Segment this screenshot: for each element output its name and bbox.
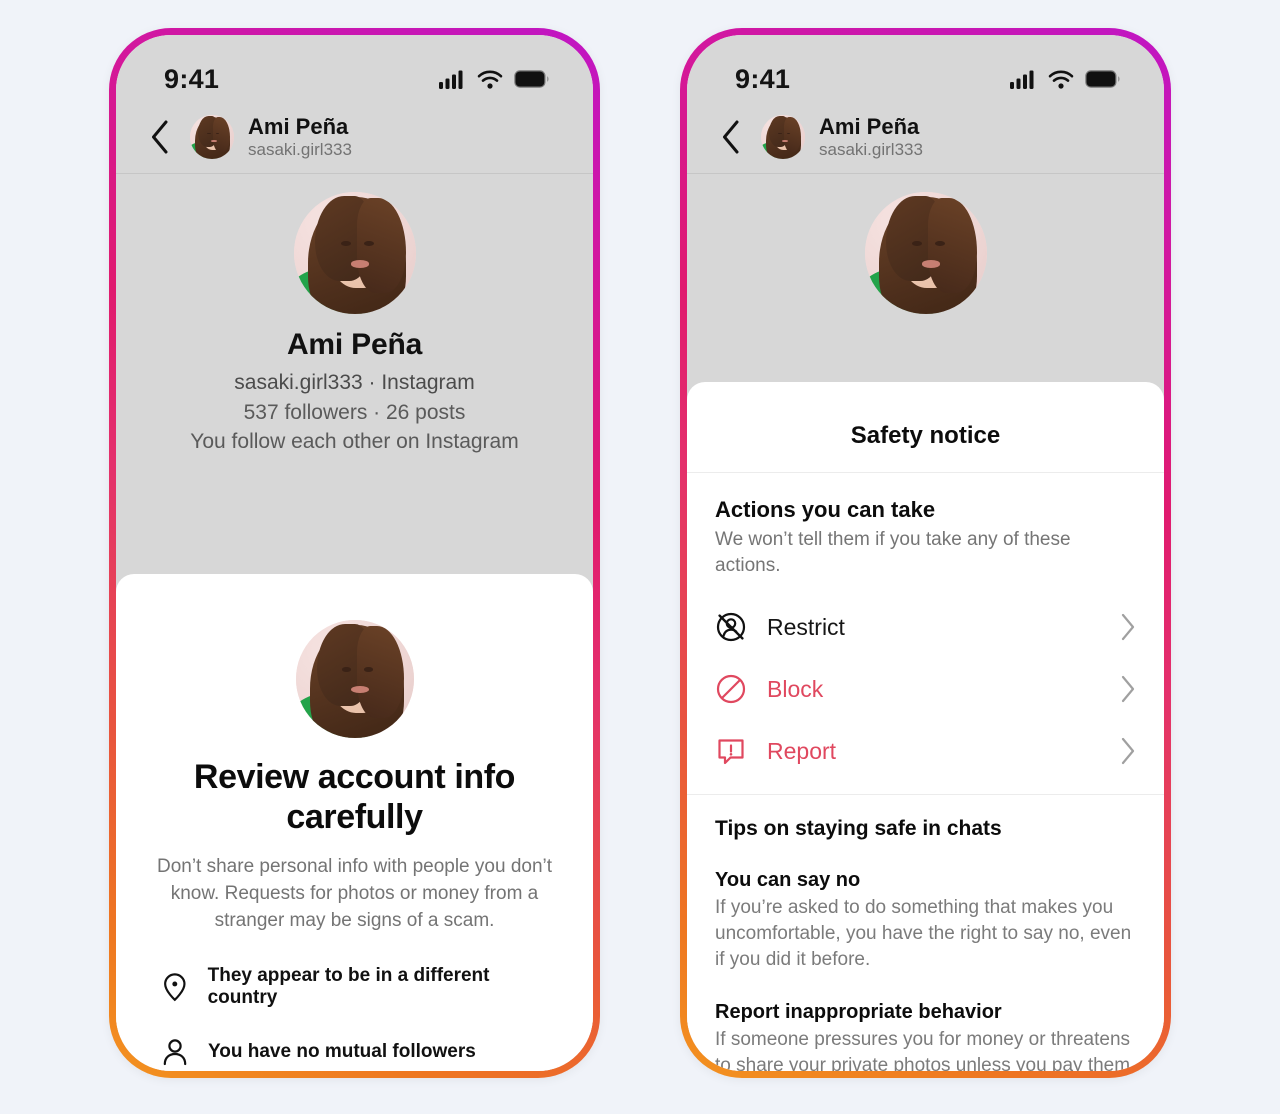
nav-username: sasaki.girl333: [248, 139, 352, 159]
profile-subtitle: sasaki.girl333 · Instagram: [234, 371, 475, 395]
status-bar: 9:41: [687, 35, 1164, 109]
chevron-left-icon: [722, 120, 738, 154]
tip-body: If someone pressures you for money or th…: [715, 1027, 1136, 1071]
chevron-right-icon: [1121, 676, 1135, 703]
person-icon: [163, 1038, 187, 1065]
profile-avatar[interactable]: [293, 192, 416, 315]
status-bar-clock: 9:41: [735, 63, 791, 94]
sheet-title: Review account info carefully: [193, 758, 516, 836]
profile-backdrop: Safety notice Actions you can take We wo…: [687, 174, 1164, 1071]
profile-stats: 537 followers · 26 posts: [243, 401, 466, 425]
nav-bar: Ami Peña sasaki.girl333: [116, 109, 593, 175]
phone-screen: 9:41: [687, 35, 1164, 1071]
tip-report-behavior: Report inappropriate behavior If someone…: [715, 1001, 1136, 1071]
tip-body: If you’re asked to do something that mak…: [715, 895, 1136, 973]
tip-title: You can say no: [715, 869, 861, 892]
action-row-block[interactable]: Block: [715, 658, 1136, 720]
list-item: They appear to be in a different country: [162, 965, 559, 1009]
actions-list: Restrict Block Report: [687, 582, 1164, 796]
tip-body-text: If someone pressures you for money or th…: [715, 1029, 1136, 1071]
nav-identity[interactable]: Ami Peña sasaki.girl333: [819, 115, 923, 159]
status-bar-clock: 9:41: [164, 63, 220, 94]
status-bar-icons: [439, 70, 549, 89]
action-label: Restrict: [767, 613, 845, 640]
chevron-right-icon: [1121, 738, 1135, 765]
battery-icon: [1085, 70, 1120, 88]
status-bar: 9:41: [116, 35, 593, 109]
wifi-icon: [477, 70, 503, 89]
nav-bar: Ami Peña sasaki.girl333: [687, 109, 1164, 175]
cellular-signal-icon: [439, 70, 463, 89]
profile-mutual-status: You follow each other on Instagram: [190, 430, 519, 454]
nav-display-name: Ami Peña: [248, 114, 349, 139]
nav-avatar[interactable]: [190, 115, 234, 160]
phone-safety-notice: 9:41 Ami Peña sasaki.girl333 Safety noti…: [680, 28, 1171, 1078]
profile-backdrop: Ami Peña sasaki.girl333 · Instagram 537 …: [116, 174, 593, 1071]
battery-icon: [514, 70, 549, 88]
list-item-label: You have no mutual followers: [208, 1040, 476, 1062]
action-row-restrict[interactable]: Restrict: [715, 596, 1136, 658]
list-item: You have no mutual followers: [162, 1037, 559, 1067]
review-account-sheet: Review account info carefully Don’t shar…: [116, 574, 593, 1071]
signal-list: They appear to be in a different country…: [150, 965, 559, 1067]
back-button[interactable]: [142, 120, 176, 154]
tips-heading: Tips on staying safe in chats: [715, 817, 1002, 841]
screenshot-stage: 9:41 Ami Peña sasaki.girl333 Ami Peña sa…: [0, 0, 1280, 1114]
phone-review-account-info: 9:41 Ami Peña sasaki.girl333 Ami Peña sa…: [109, 28, 600, 1078]
actions-heading: Actions you can take: [715, 497, 936, 523]
actions-subtext: We won’t tell them if you take any of th…: [715, 529, 1071, 576]
chevron-left-icon: [151, 120, 167, 154]
tips-section: Tips on staying safe in chats You can sa…: [687, 795, 1164, 1071]
nav-display-name: Ami Peña: [819, 114, 920, 139]
profile-name: Ami Peña: [286, 328, 423, 362]
nav-avatar[interactable]: [761, 115, 805, 160]
sheet-body: Review account info carefully Don’t shar…: [116, 588, 593, 1071]
chevron-right-icon: [1121, 614, 1135, 641]
action-label: Report: [767, 737, 837, 764]
sheet-avatar: [295, 620, 414, 739]
action-label: Block: [767, 675, 824, 702]
block-icon: [716, 675, 746, 704]
report-icon: [718, 739, 744, 765]
nav-username: sasaki.girl333: [819, 139, 923, 159]
back-button[interactable]: [713, 120, 747, 154]
wifi-icon: [1048, 70, 1074, 89]
profile-avatar: [864, 192, 987, 315]
safety-notice-sheet: Safety notice Actions you can take We wo…: [687, 382, 1164, 1071]
cellular-signal-icon: [1010, 70, 1034, 89]
phone-screen: 9:41: [116, 35, 593, 1071]
sheet-title: Safety notice: [687, 396, 1164, 474]
sheet-description: Don’t share personal info with people yo…: [156, 855, 553, 931]
action-row-report[interactable]: Report: [715, 720, 1136, 782]
tip-body-text: If you’re asked to do something that mak…: [715, 897, 1132, 971]
tip-say-no: You can say no If you’re asked to do som…: [715, 869, 1136, 973]
restrict-icon: [716, 613, 746, 642]
tip-title: Report inappropriate behavior: [715, 1001, 1002, 1024]
location-pin-icon: [164, 972, 186, 1001]
actions-section-header: Actions you can take We won’t tell them …: [687, 473, 1164, 582]
nav-identity[interactable]: Ami Peña sasaki.girl333: [248, 115, 352, 159]
status-bar-icons: [1010, 70, 1120, 89]
list-item-label: They appear to be in a different country: [207, 964, 490, 1008]
